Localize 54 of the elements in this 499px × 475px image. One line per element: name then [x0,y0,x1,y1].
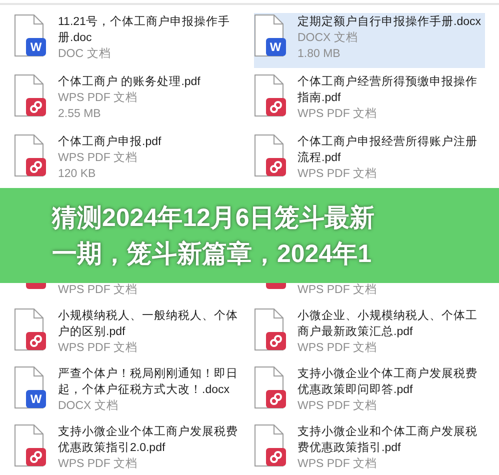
pdf-document-icon [254,134,288,177]
file-type: WPS PDF 文档 [58,456,139,472]
pdf-document-icon [14,134,48,177]
pdf-document-icon [14,308,48,351]
file-item[interactable]: 个体工商户申报.pdf WPS PDF 文档 120 KB [14,133,246,188]
file-type: WPS PDF 文档 [58,340,139,356]
file-item[interactable]: W 定期定额户自行申报操作手册.docx DOCX 文档 1.80 MB [254,13,485,68]
file-item[interactable]: 小规模纳税人、一般纳税人、个体户的区别.pdf WPS PDF 文档 [14,307,246,357]
headline-text: 猜测2024年12月6日笼斗最新 [52,204,376,232]
file-type: DOCX 文档 [58,398,120,414]
file-name: 个体工商户经营所得预缴申报操作指南.pdf [298,74,478,106]
file-type: WPS PDF 文档 [298,283,378,298]
file-item[interactable]: W 11.21号，个体工商户申报操作手册.doc DOC 文档 [14,13,246,68]
file-type: WPS PDF 文档 [298,456,378,472]
file-name: 个体工商户申报.pdf [58,134,162,150]
file-item[interactable]: 支持小微企业和个体工商户发展税费优惠政策指引.pdf WPS PDF 文档 [254,423,485,473]
pdf-document-icon [14,424,48,467]
file-item[interactable]: 个体工商户经营所得预缴申报操作指南.pdf WPS PDF 文档 [254,73,485,128]
file-name: 定期定额户自行申报操作手册.docx [298,14,482,30]
pdf-document-icon [254,424,288,467]
file-type: DOCX 文档 [298,30,359,46]
file-item[interactable]: 个体工商户申报经营所得账户注册流程.pdf WPS PDF 文档 [254,133,485,188]
file-item[interactable]: 支持小微企业个体工商户发展税费优惠政策指引2.0.pdf WPS PDF 文档 [14,423,246,473]
pdf-document-icon [14,74,48,117]
file-name: 小规模纳税人、一般纳税人、个体户的区别.pdf [58,308,239,340]
file-name: 严查个体户！税局刚刚通知！即日起，个体户征税方式大改！.docx [58,366,239,398]
file-item[interactable]: 支持小微企业个体工商户发展税费优惠政策即问即答.pdf WPS PDF 文档 [254,365,485,415]
pdf-document-icon [254,308,288,351]
file-name: 支持小微企业个体工商户发展税费优惠政策即问即答.pdf [298,366,478,398]
file-name: 支持小微企业和个体工商户发展税费优惠政策指引.pdf [298,424,478,456]
file-type: DOC 文档 [58,46,112,62]
headline-text: 一期，笼斗新篇章，2024年1 [52,240,373,268]
file-size: 120 KB [58,167,97,182]
file-type: WPS PDF 文档 [58,150,139,166]
file-type: WPS PDF 文档 [298,106,378,122]
file-name: 个体工商户申报经营所得账户注册流程.pdf [298,134,478,166]
document-icon [266,283,286,289]
file-name: 支持小微企业个体工商户发展税费优惠政策指引2.0.pdf [58,424,239,456]
file-type: WPS PDF 文档 [58,90,139,106]
file-item[interactable]: 小微企业、小规模纳税人、个体工商户最新政策汇总.pdf WPS PDF 文档 [254,307,485,357]
pdf-document-icon [254,74,288,117]
file-type: WPS PDF 文档 [298,166,378,182]
file-size: 2.55 MB [58,107,102,122]
file-size: 1.80 MB [298,47,342,62]
file-item[interactable]: W 严查个体户！税局刚刚通知！即日起，个体户征税方式大改！.docx DOCX 文档 [14,365,246,415]
file-item[interactable]: 个体工商户 的账务处理.pdf WPS PDF 文档 2.55 MB [14,73,246,128]
file-type: WPS PDF 文档 [58,283,138,298]
file-name: 11.21号，个体工商户申报操作手册.doc [58,14,231,46]
file-type: WPS PDF 文档 [298,398,378,414]
document-icon [26,283,46,289]
pdf-document-icon [254,366,288,409]
file-name: 小微企业、小规模纳税人、个体工商户最新政策汇总.pdf [298,308,478,340]
file-name: 个体工商户 的账务处理.pdf [58,74,202,90]
file-type: WPS PDF 文档 [298,340,378,356]
